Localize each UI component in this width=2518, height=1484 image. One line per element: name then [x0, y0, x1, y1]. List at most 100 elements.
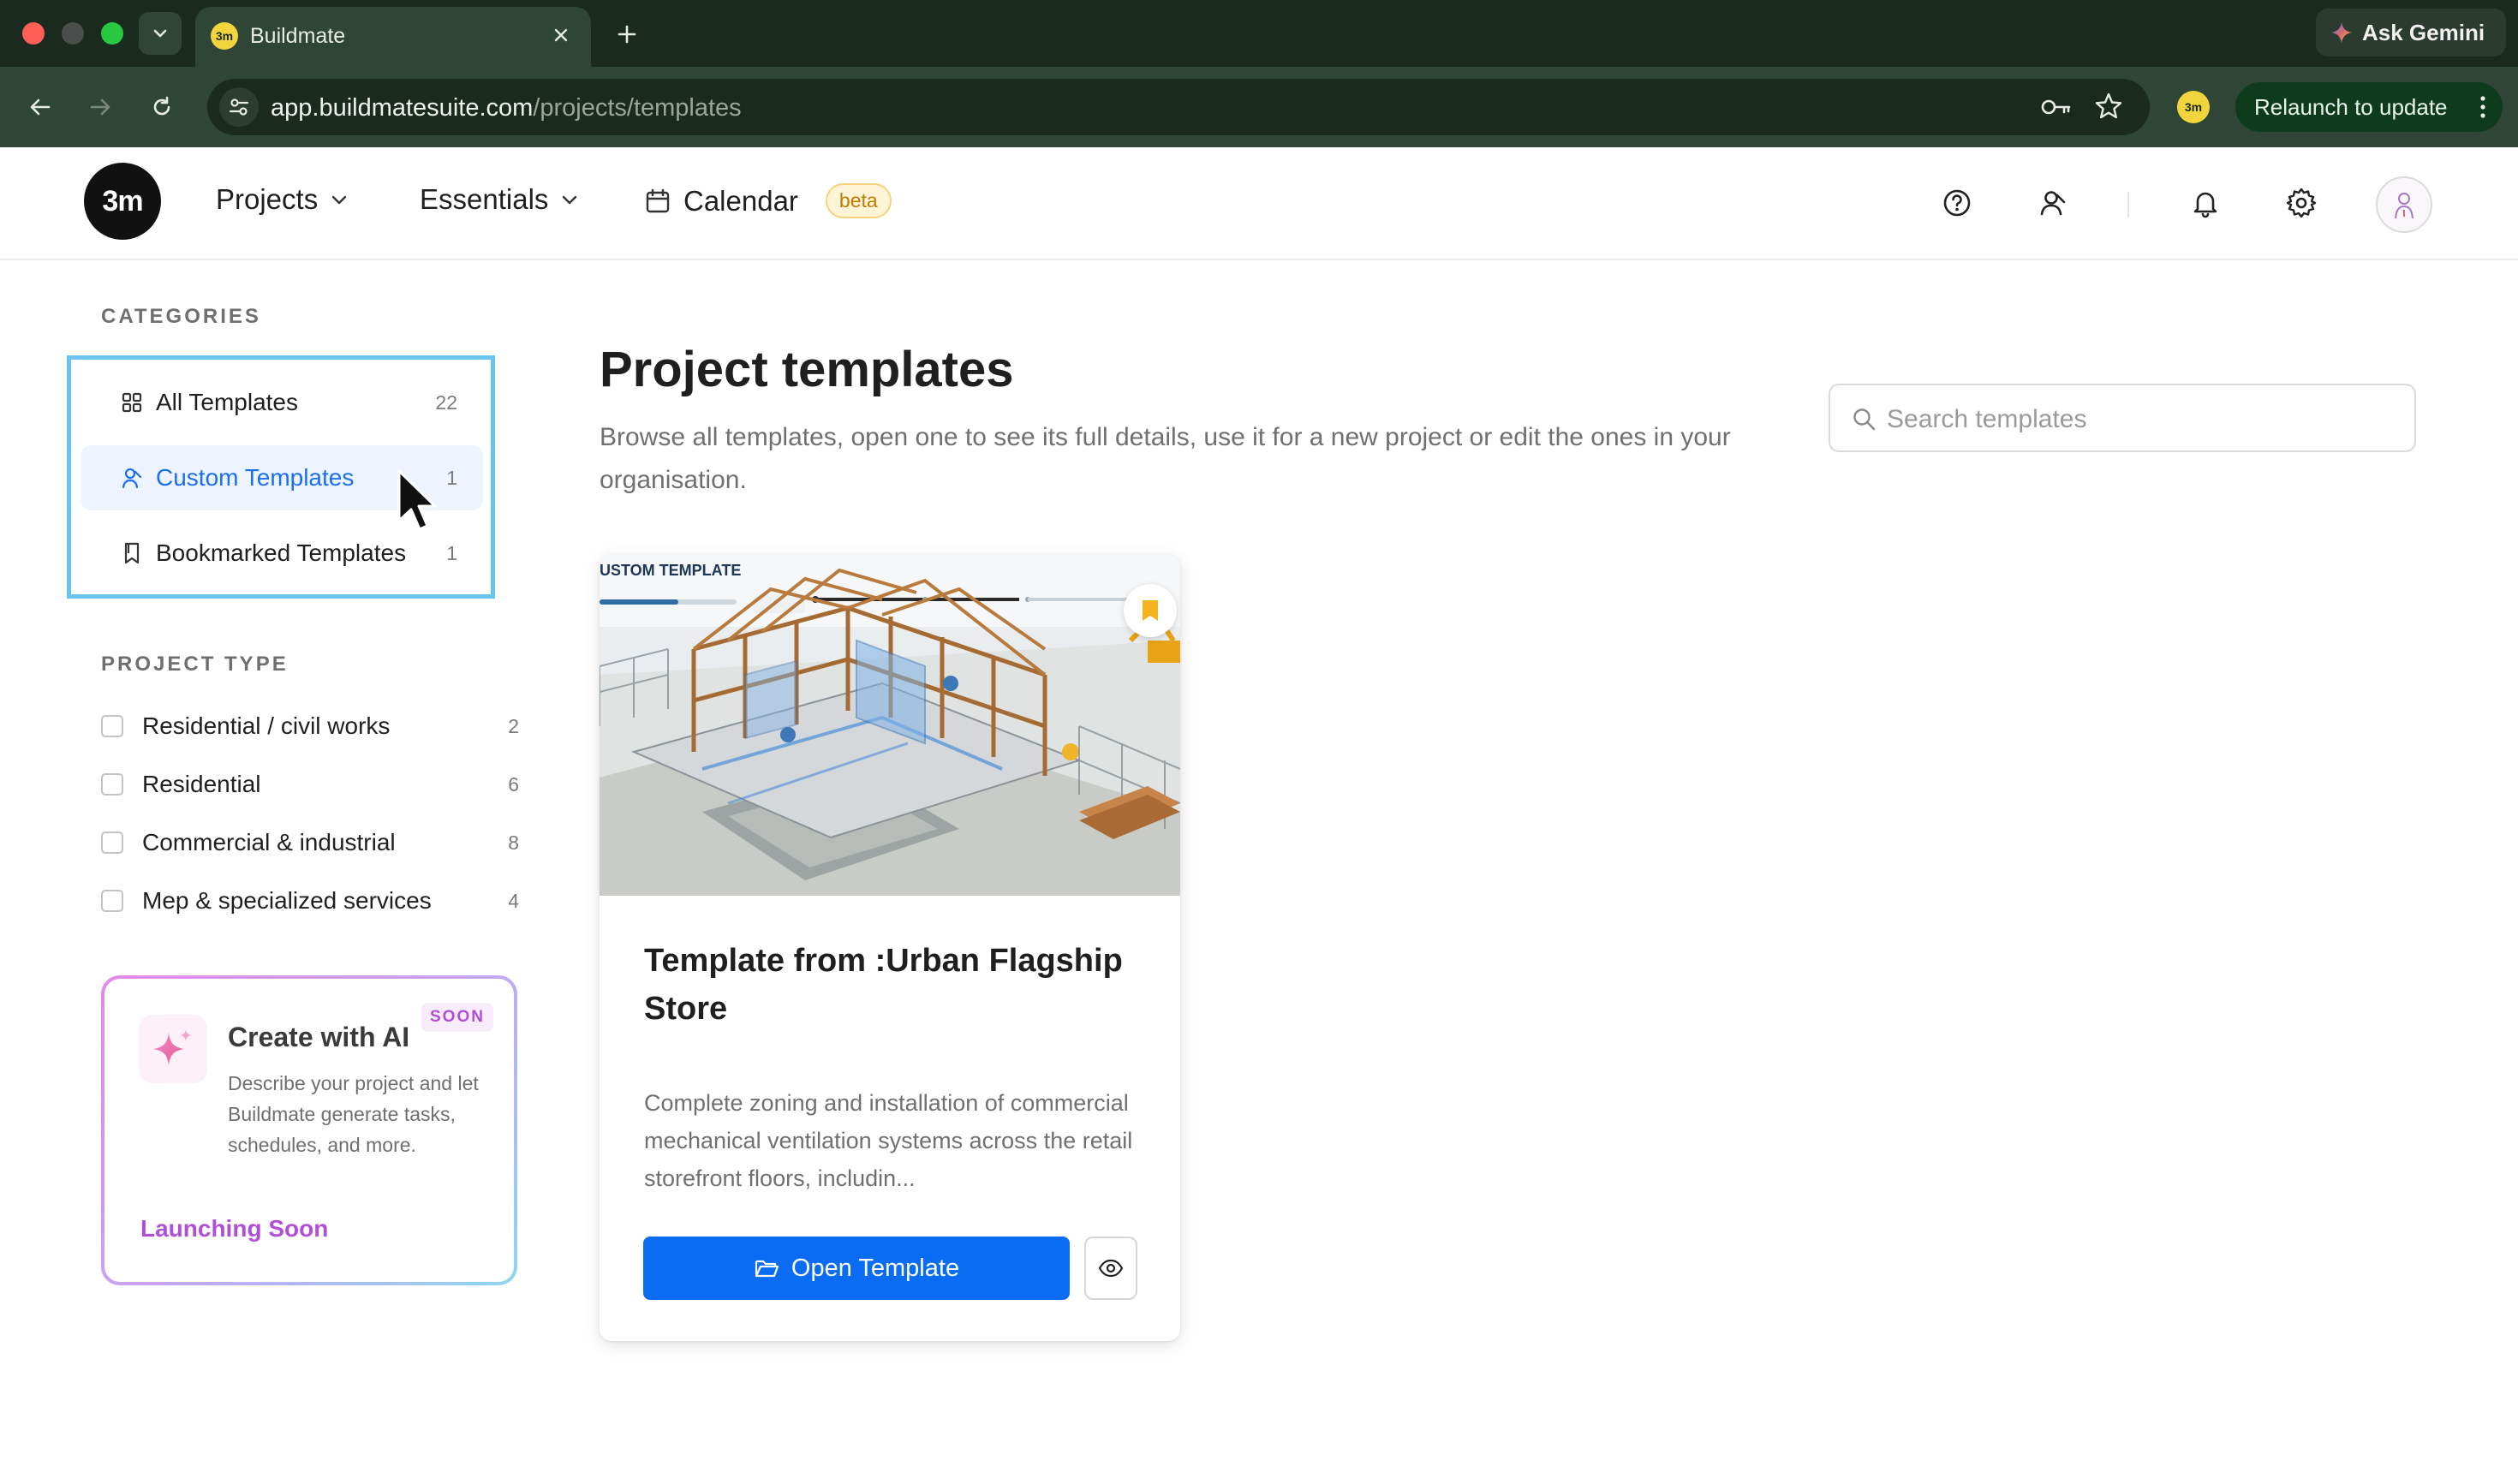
reload-button[interactable]	[142, 87, 182, 127]
category-count: 1	[446, 541, 457, 564]
ask-gemini-button[interactable]: Ask Gemini	[2316, 9, 2506, 57]
tab-search-button[interactable]	[139, 12, 182, 55]
bell-icon	[2193, 192, 2217, 218]
plus-icon	[618, 25, 636, 44]
category-label: Custom Templates	[156, 464, 355, 491]
category-all-templates[interactable]: All Templates 22	[81, 370, 483, 435]
avatar-figure-icon	[2395, 193, 2414, 219]
url-text: app.buildmatesuite.com/projects/template…	[271, 94, 742, 122]
tab-favicon: 3m	[211, 22, 238, 50]
bookmark-icon	[124, 542, 140, 564]
checkbox[interactable]	[101, 773, 123, 796]
tab-title: Buildmate	[250, 24, 346, 48]
project-type-count: 8	[508, 831, 519, 854]
search-input[interactable]	[1885, 397, 2394, 442]
category-label: All Templates	[156, 389, 299, 415]
template-description: Complete zoning and installation of comm…	[644, 1090, 1133, 1191]
maximize-window-button[interactable]	[101, 22, 123, 45]
browser-profile-avatar[interactable]: 3m	[2177, 91, 2210, 123]
settings-button[interactable]	[2280, 182, 2323, 224]
calendar-icon	[646, 188, 670, 212]
project-type-count: 4	[508, 889, 519, 912]
template-thumbnail: USTOM TEMPLATE	[600, 555, 1180, 896]
search-icon	[1853, 408, 1876, 431]
thumbnail-caption: USTOM TEMPLATE	[600, 562, 741, 579]
project-type-label: Mep & specialized services	[142, 887, 432, 914]
user-icon	[2040, 191, 2066, 216]
reload-icon	[153, 96, 170, 116]
gear-icon	[2286, 188, 2317, 218]
new-tab-button[interactable]	[610, 17, 644, 51]
bookmark-badge[interactable]	[1124, 584, 1177, 637]
back-button[interactable]	[21, 87, 60, 127]
app-header: 3m Projects Essentials Calendar beta	[0, 147, 2518, 260]
project-type-mep-specialized[interactable]: Mep & specialized services 4	[101, 884, 519, 918]
password-key-button[interactable]	[2040, 92, 2073, 122]
launching-soon-link[interactable]: Launching Soon	[140, 1215, 328, 1243]
forward-button[interactable]	[81, 87, 120, 127]
user-avatar[interactable]	[2376, 176, 2432, 233]
nav-calendar-link[interactable]: Calendar beta	[644, 183, 892, 218]
project-type-commercial-industrial[interactable]: Commercial & industrial 8	[101, 825, 519, 860]
nav-projects-menu[interactable]: Projects	[216, 183, 349, 216]
project-type-count: 6	[508, 772, 519, 796]
search-box[interactable]	[1829, 384, 2416, 452]
bookmark-star-button[interactable]	[2093, 91, 2124, 122]
checkbox[interactable]	[101, 831, 123, 854]
nav-calendar-label: Calendar	[683, 184, 798, 217]
browser-tab-buildmate[interactable]: 3m Buildmate	[195, 7, 591, 70]
category-count: 22	[435, 390, 457, 414]
tab-close-button[interactable]	[546, 21, 576, 50]
browser-toolbar: app.buildmatesuite.com/projects/template…	[0, 67, 2518, 147]
arrow-left-icon	[30, 98, 51, 116]
user-icon	[122, 468, 142, 489]
more-vertical-icon	[2480, 96, 2485, 118]
nav-essentials-menu[interactable]: Essentials	[420, 183, 579, 216]
project-type-residential[interactable]: Residential 6	[101, 767, 519, 802]
address-bar[interactable]: app.buildmatesuite.com/projects/template…	[207, 79, 2150, 135]
notifications-button[interactable]	[2184, 182, 2227, 224]
relaunch-label: Relaunch to update	[2254, 93, 2448, 120]
relaunch-update-button[interactable]: Relaunch to update	[2235, 82, 2503, 132]
buildmate-logo[interactable]: 3m	[84, 163, 161, 240]
mouse-cursor-icon	[397, 469, 437, 531]
site-info-button[interactable]	[219, 87, 259, 127]
gemini-sparkle-icon	[2331, 22, 2352, 43]
ai-card-body: Create with AI SOON Describe your projec…	[104, 979, 514, 1282]
chevron-down-icon	[153, 29, 167, 38]
checkbox[interactable]	[101, 715, 123, 737]
arrow-right-icon	[90, 98, 110, 116]
grid-icon	[122, 392, 142, 413]
project-type-count: 2	[508, 714, 519, 737]
help-button[interactable]	[1936, 182, 1978, 224]
project-type-residential-civil[interactable]: Residential / civil works 2	[101, 709, 519, 743]
checkbox[interactable]	[101, 890, 123, 912]
project-type-label: Residential / civil works	[142, 712, 391, 739]
ask-gemini-label: Ask Gemini	[2362, 19, 2485, 45]
page-title: Project templates	[600, 342, 1014, 397]
open-template-label: Open Template	[791, 1254, 960, 1282]
header-divider	[2127, 192, 2129, 218]
tune-icon	[229, 98, 249, 116]
close-icon	[554, 28, 568, 42]
team-button[interactable]	[2032, 182, 2074, 224]
key-icon	[2041, 99, 2071, 115]
chevron-down-icon	[563, 195, 577, 205]
template-title: Template from :Urban Flagship Store	[644, 943, 1123, 1027]
project-type-label: Residential	[142, 771, 261, 797]
star-icon	[2095, 92, 2122, 119]
beta-badge: beta	[825, 183, 892, 218]
soon-badge: SOON	[421, 1003, 493, 1032]
browser-tab-strip: 3m Buildmate Ask Gemini	[0, 0, 2518, 70]
ai-card-description: Describe your project and let Buildmate …	[228, 1072, 479, 1156]
project-type-label: Commercial & industrial	[142, 829, 396, 855]
minimize-window-button[interactable]	[62, 22, 84, 45]
close-window-button[interactable]	[22, 22, 45, 45]
help-circle-icon	[1943, 189, 1971, 217]
template-card[interactable]: USTOM TEMPLATE Template from:Urban Flag…	[600, 555, 1180, 1341]
open-template-button[interactable]: Open Template	[643, 1237, 1070, 1300]
preview-template-button[interactable]	[1084, 1237, 1137, 1300]
page-description: Browse all templates, open one to see it…	[600, 423, 1731, 494]
bookmark-filled-icon	[1143, 600, 1158, 621]
eye-icon	[1098, 1259, 1124, 1278]
